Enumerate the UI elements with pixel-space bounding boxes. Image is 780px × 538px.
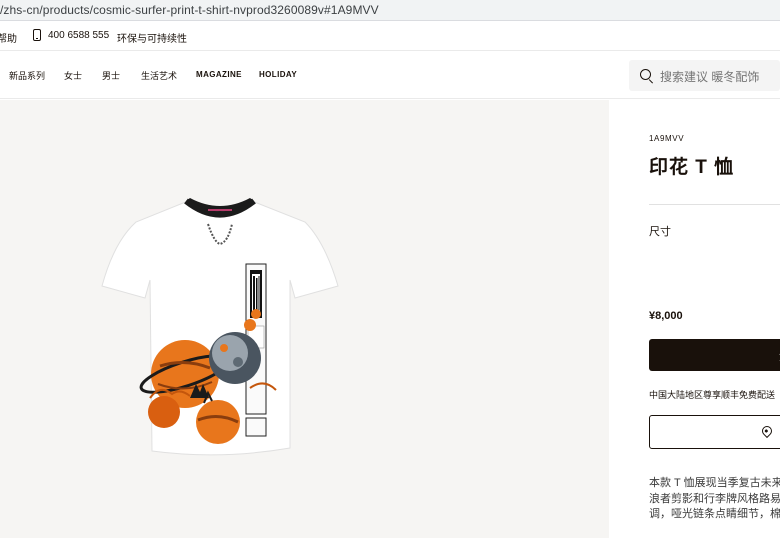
nav-item-new[interactable]: 新品系列: [9, 69, 45, 82]
description-line: 浪者剪影和行李牌风格路易: [649, 492, 780, 505]
product-sku: 1A9MVV: [649, 134, 685, 143]
description-line: 本款 T 恤展现当季复古未来: [649, 477, 780, 489]
product-title: 印花 T 恤: [649, 157, 735, 178]
search-icon: [640, 69, 651, 80]
product-image: [101, 198, 339, 456]
location-pin-icon: [759, 423, 775, 439]
nav-item-living[interactable]: 生活艺术: [141, 69, 177, 82]
main-nav: 新品系列 女士 男士 生活艺术 MAGAZINE HOLIDAY 搜索建议 暖冬…: [0, 51, 780, 99]
shipping-note: 中国大陆地区尊享顺丰免费配送: [649, 390, 776, 400]
phone-number[interactable]: 400 6588 555: [48, 30, 109, 41]
phone-icon: [33, 29, 41, 41]
sustainability-link[interactable]: 环保与可持续性: [117, 30, 187, 45]
find-in-store-button[interactable]: 查: [649, 415, 780, 449]
size-selector[interactable]: 尺寸: [649, 223, 671, 239]
nav-item-women[interactable]: 女士: [64, 69, 82, 82]
nav-item-magazine[interactable]: MAGAZINE: [196, 70, 242, 79]
product-gallery[interactable]: [0, 100, 609, 538]
search-placeholder: 搜索建议 暖冬配饰: [660, 70, 760, 84]
add-to-cart-button[interactable]: 添: [649, 339, 780, 371]
url-text[interactable]: /zhs-cn/products/cosmic-surfer-print-t-s…: [0, 3, 379, 17]
divider: [649, 204, 780, 205]
product-price: ¥8,000: [649, 310, 683, 322]
product-info-panel: 1A9MVV 印花 T 恤 尺寸 ¥8,000 添 中国大陆地区尊享顺丰免费配送…: [609, 100, 780, 538]
utility-bar: 帮助 400 6588 555 环保与可持续性: [0, 21, 780, 51]
browser-url-bar[interactable]: /zhs-cn/products/cosmic-surfer-print-t-s…: [0, 0, 780, 21]
product-description: 本款 T 恤展现当季复古未来 浪者剪影和行李牌风格路易 调，哑光链条点睛细节，棉: [649, 476, 780, 523]
help-link[interactable]: 帮助: [0, 30, 17, 45]
nav-item-men[interactable]: 男士: [102, 69, 120, 82]
description-line: 调，哑光链条点睛细节，棉: [649, 508, 780, 520]
nav-item-holiday[interactable]: HOLIDAY: [259, 70, 297, 79]
search-input[interactable]: 搜索建议 暖冬配饰: [629, 60, 780, 91]
